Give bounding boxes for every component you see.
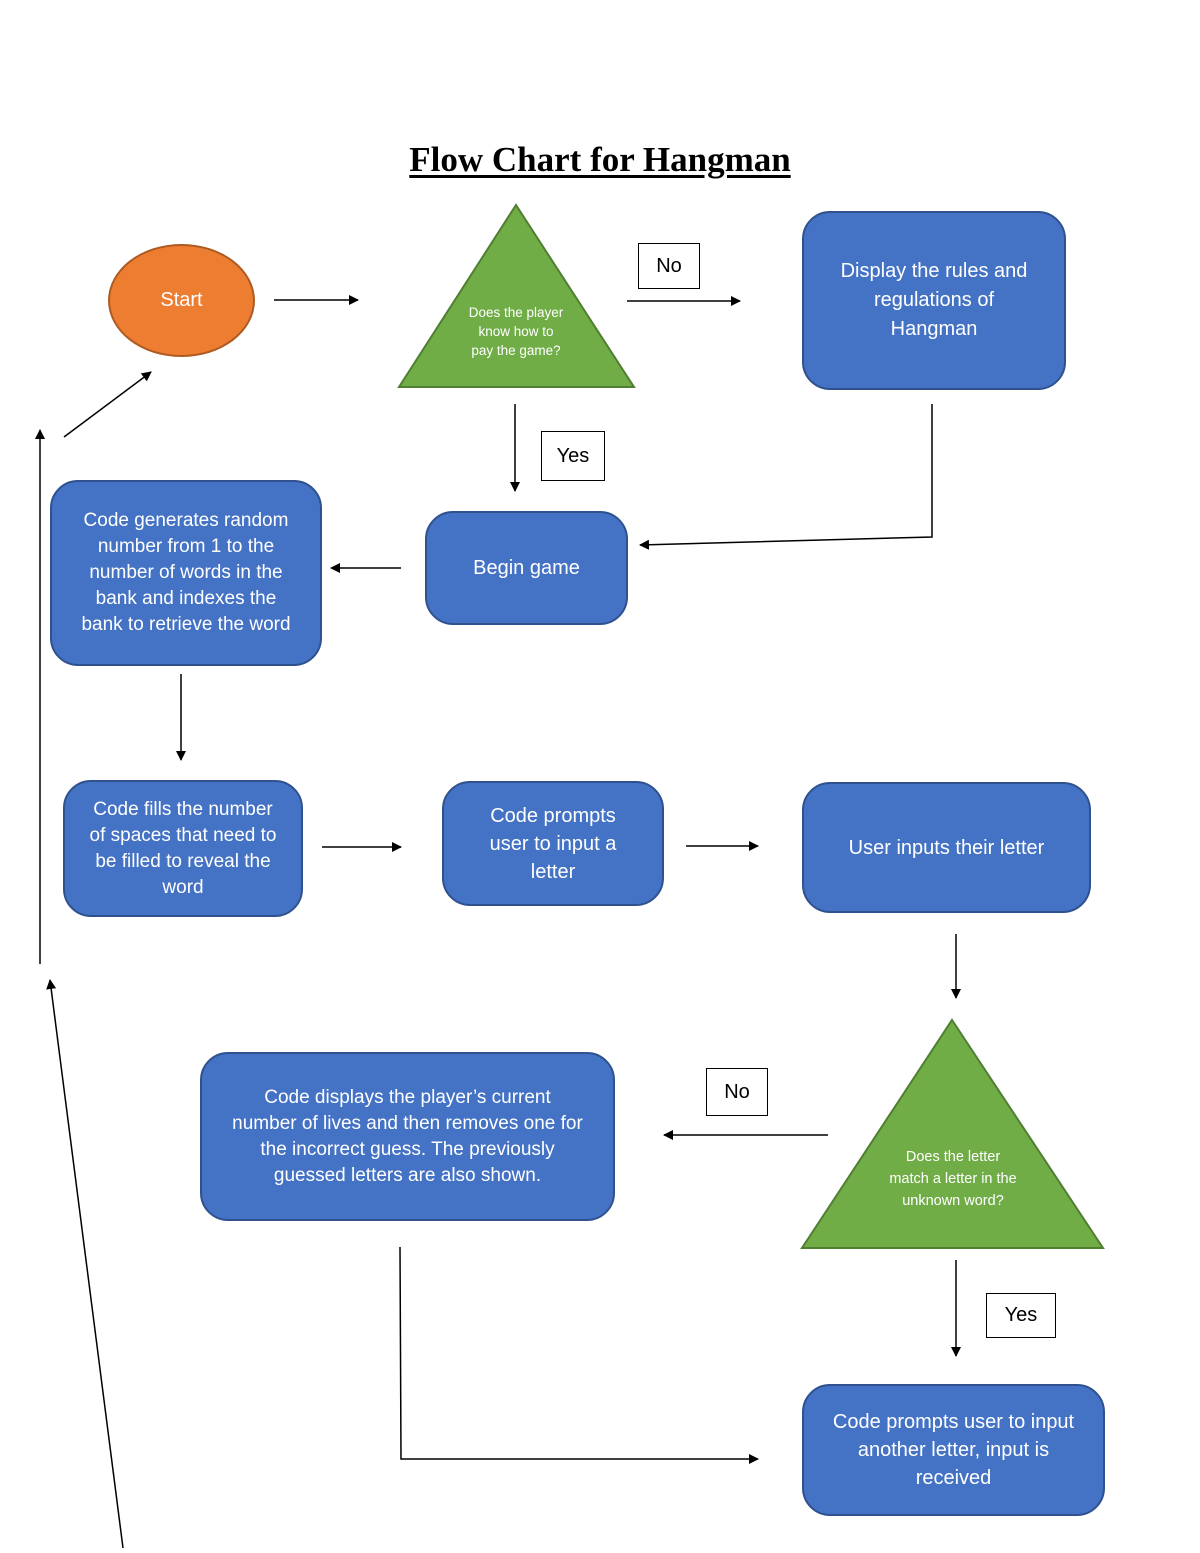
prompt-letter-node: Code prompts user to input a letter (442, 781, 664, 906)
yes-label-top: Yes (541, 431, 605, 481)
user-inputs-node: User inputs their letter (802, 782, 1091, 913)
start-node: Start (108, 244, 255, 357)
decision-letter-match-text: Does the letter match a letter in the un… (889, 1149, 1017, 1209)
yes-label-bottom: Yes (986, 1293, 1056, 1338)
prompt-another-node: Code prompts user to input another lette… (802, 1384, 1105, 1516)
arrow-loop-bottom (46, 979, 124, 1549)
decision-knows-game-text: Does the player know how to pay the game… (468, 305, 564, 358)
begin-game-node: Begin game (425, 511, 628, 625)
wrong-guess-node: Code displays the player’s current numbe… (200, 1052, 615, 1221)
generate-random-node: Code generates random number from 1 to t… (50, 480, 322, 666)
decision-letter-match-shape (800, 1018, 1105, 1249)
no-label-bottom: No (706, 1068, 768, 1116)
no-label-top: No (638, 243, 700, 289)
fill-spaces-node: Code fills the number of spaces that nee… (63, 780, 303, 917)
arrow-loop-to-start (63, 371, 152, 438)
arrow-rules-to-begin (639, 404, 933, 550)
display-rules-node: Display the rules and regulations of Han… (802, 211, 1066, 390)
arrow-wrong-to-another (399, 1246, 759, 1464)
